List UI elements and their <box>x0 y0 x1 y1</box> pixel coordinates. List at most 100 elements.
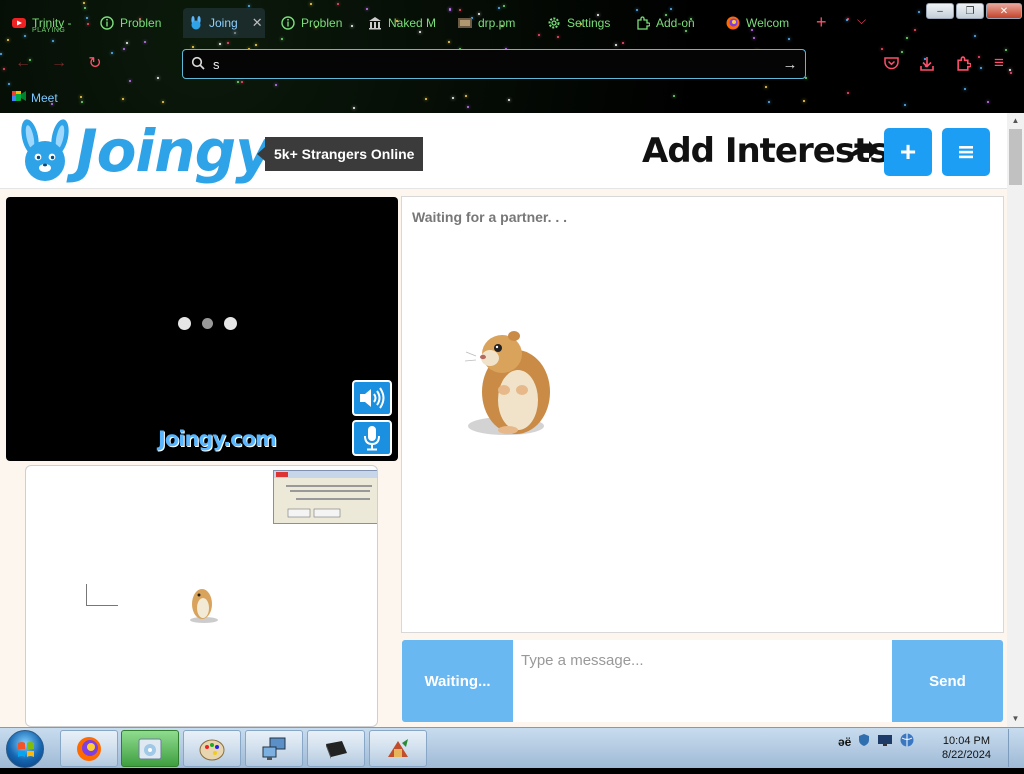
taskbar-device[interactable] <box>307 730 365 767</box>
sparkle <box>465 95 467 97</box>
puzzle-icon <box>636 16 651 30</box>
sparkle <box>448 41 450 43</box>
taskbar-media-player[interactable] <box>121 730 179 767</box>
system-clock[interactable]: 10:04 PM 8/22/2024 <box>942 734 991 762</box>
taskbar-network[interactable] <box>245 730 303 767</box>
start-button[interactable] <box>6 730 44 768</box>
page-scrollbar[interactable]: ▲ ▼ <box>1007 113 1024 727</box>
sparkle <box>964 88 966 90</box>
url-input[interactable] <box>213 56 775 72</box>
site-header: Joingy 5k+ Strangers Online Add Interest… <box>0 113 1007 189</box>
reload-icon[interactable]: ↻ <box>84 52 106 74</box>
sparkle <box>219 43 221 45</box>
tab-joingy[interactable]: Joing ✕ <box>183 8 265 38</box>
download-icon[interactable] <box>916 52 938 74</box>
forward-arrow-icon[interactable]: → <box>48 52 70 74</box>
language-indicator[interactable]: əë <box>838 735 851 749</box>
sparkle <box>467 106 469 108</box>
sparkle <box>123 48 125 50</box>
tab-problem-2[interactable]: Problen <box>275 8 355 38</box>
tab-addons[interactable]: Add-on <box>630 8 712 38</box>
close-window-button[interactable]: ✕ <box>986 3 1022 19</box>
scroll-down-arrow-icon[interactable]: ▼ <box>1007 711 1024 727</box>
tab-label: Joing <box>209 16 238 30</box>
chat-log: Waiting for a partner. . . <box>401 196 1004 633</box>
monitor-icon[interactable] <box>877 733 893 750</box>
show-desktop-button[interactable] <box>1008 729 1022 767</box>
add-interests-button[interactable]: + <box>884 128 932 176</box>
sparkle <box>978 56 980 58</box>
sparkle <box>3 68 5 70</box>
sparkle <box>81 101 83 103</box>
sparkle <box>310 3 312 5</box>
gear-icon <box>547 16 561 30</box>
tab-playing-indicator: PLAYING <box>32 27 66 34</box>
hamburger-menu-icon <box>959 146 973 159</box>
back-arrow-icon[interactable]: ← <box>12 52 34 74</box>
sparkle <box>281 38 283 40</box>
self-video <box>25 465 378 727</box>
sparkle <box>337 3 339 5</box>
sparkle <box>1010 72 1012 74</box>
minimize-button[interactable]: – <box>926 3 954 19</box>
rabbit-logo-icon[interactable] <box>14 119 78 186</box>
message-input[interactable] <box>513 640 892 722</box>
taskbar-paint[interactable] <box>183 730 241 767</box>
taskbar-game[interactable] <box>369 730 427 767</box>
sparkle <box>881 48 883 50</box>
info-icon <box>100 16 114 30</box>
dialog-thumbnail <box>273 470 377 524</box>
taskbar-firefox[interactable] <box>60 730 118 767</box>
loading-dot <box>202 318 213 329</box>
sparkle <box>241 81 243 83</box>
firefox-icon <box>726 16 740 30</box>
tab-label: Problen <box>301 16 343 30</box>
sparkle <box>508 99 510 101</box>
close-tab-icon[interactable]: ✕ <box>252 15 263 31</box>
game-icon <box>388 738 408 757</box>
sparkle <box>83 2 85 4</box>
sparkle <box>980 67 982 69</box>
joingy-rabbit-icon <box>189 16 203 30</box>
search-icon <box>183 56 213 73</box>
pocket-icon[interactable] <box>880 52 902 74</box>
scroll-thumb[interactable] <box>1009 129 1022 185</box>
network-globe-icon[interactable] <box>899 732 915 751</box>
tab-naked[interactable]: Naked M <box>362 8 444 38</box>
microphone-icon <box>364 426 380 451</box>
tab-problem-1[interactable]: Problen <box>94 8 172 38</box>
sparkle <box>803 100 805 102</box>
security-shield-icon[interactable] <box>857 733 871 750</box>
tab-label: drp.pm <box>478 16 516 30</box>
menu-button[interactable] <box>942 128 990 176</box>
device-icon <box>326 740 347 759</box>
restore-button[interactable]: ❐ <box>956 3 984 19</box>
tab-list-chevron-down-icon[interactable]: ⌵ <box>857 13 866 28</box>
tab-welcome[interactable]: Welcom <box>720 8 802 38</box>
tab-label: Naked M <box>388 16 437 30</box>
tab-drp[interactable]: drp.pm <box>452 8 534 38</box>
sparkle <box>452 97 454 99</box>
sparkle <box>914 29 916 31</box>
sparkle <box>86 17 88 19</box>
hamburger-menu-icon[interactable]: ≡ <box>988 52 1010 74</box>
scroll-up-arrow-icon[interactable]: ▲ <box>1007 113 1024 129</box>
joingy-logo[interactable]: Joingy <box>76 117 273 185</box>
bookmark-meet[interactable]: Meet <box>12 90 58 105</box>
go-arrow-icon[interactable]: → <box>775 56 805 73</box>
sparkle <box>0 53 2 55</box>
url-bar[interactable]: → <box>182 49 806 79</box>
tab-label: Welcom <box>746 16 790 30</box>
sparkle <box>805 77 807 79</box>
send-button[interactable]: Send <box>892 640 1003 722</box>
browser-chrome: Trinity - PLAYING Problen Joing ✕ Proble… <box>0 0 1024 113</box>
extensions-puzzle-icon[interactable] <box>952 52 974 74</box>
chat-status-text: Waiting for a partner. . . <box>412 209 568 225</box>
tab-label: Add-on <box>656 16 695 30</box>
microphone-button[interactable] <box>352 420 392 456</box>
new-chat-button[interactable]: Waiting... <box>402 640 513 722</box>
tab-settings[interactable]: Settings <box>541 8 623 38</box>
new-tab-button[interactable]: + <box>816 12 827 33</box>
volume-button[interactable] <box>352 380 392 416</box>
sparkle <box>622 42 624 44</box>
